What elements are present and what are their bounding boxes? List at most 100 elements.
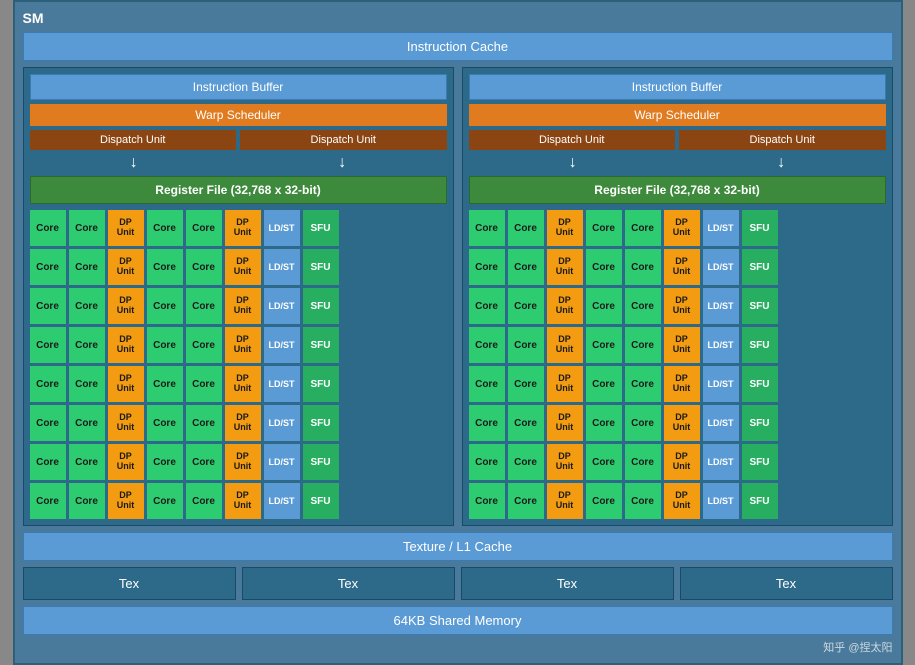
right-core-row-1: Core Core DPUnit Core Core DPUnit LD/ST … <box>469 210 886 246</box>
core-cell: Core <box>586 210 622 246</box>
dp-cell: DPUnit <box>108 405 144 441</box>
dp-cell: DPUnit <box>664 405 700 441</box>
core-cell: Core <box>469 444 505 480</box>
left-register-file: Register File (32,768 x 32-bit) <box>30 176 447 204</box>
sfu-cell: SFU <box>742 405 778 441</box>
ldst-cell: LD/ST <box>264 249 300 285</box>
dp-cell: DPUnit <box>547 483 583 519</box>
core-cell: Core <box>508 483 544 519</box>
sfu-cell: SFU <box>303 405 339 441</box>
core-cell: Core <box>30 405 66 441</box>
core-cell: Core <box>30 366 66 402</box>
core-cell: Core <box>147 288 183 324</box>
core-cell: Core <box>625 327 661 363</box>
left-dispatch-unit-1: Dispatch Unit <box>30 130 237 150</box>
core-cell: Core <box>186 210 222 246</box>
dp-cell: DPUnit <box>225 444 261 480</box>
core-cell: Core <box>625 405 661 441</box>
core-cell: Core <box>625 483 661 519</box>
dp-cell: DPUnit <box>547 444 583 480</box>
two-halves: Instruction Buffer Warp Scheduler Dispat… <box>23 67 893 526</box>
core-cell: Core <box>147 249 183 285</box>
core-cell: Core <box>586 249 622 285</box>
left-half: Instruction Buffer Warp Scheduler Dispat… <box>23 67 454 526</box>
ldst-cell: LD/ST <box>703 288 739 324</box>
sfu-cell: SFU <box>303 483 339 519</box>
right-cores-grid: Core Core DPUnit Core Core DPUnit LD/ST … <box>469 210 886 519</box>
dp-cell: DPUnit <box>108 366 144 402</box>
core-cell: Core <box>469 327 505 363</box>
left-dispatch-row: Dispatch Unit Dispatch Unit <box>30 130 447 150</box>
left-dispatch-unit-2: Dispatch Unit <box>240 130 447 150</box>
left-core-row-8: Core Core DPUnit Core Core DPUnit LD/ST … <box>30 483 447 519</box>
ldst-cell: LD/ST <box>264 444 300 480</box>
core-cell: Core <box>186 288 222 324</box>
sfu-cell: SFU <box>742 249 778 285</box>
left-core-row-6: Core Core DPUnit Core Core DPUnit LD/ST … <box>30 405 447 441</box>
left-arrows: ↓↓ <box>30 154 447 172</box>
right-core-row-4: Core Core DPUnit Core Core DPUnit LD/ST … <box>469 327 886 363</box>
ldst-cell: LD/ST <box>264 210 300 246</box>
core-cell: Core <box>147 405 183 441</box>
dp-cell: DPUnit <box>108 444 144 480</box>
watermark: 知乎 @捏太阳 <box>23 639 893 655</box>
ldst-cell: LD/ST <box>703 249 739 285</box>
dp-cell: DPUnit <box>547 366 583 402</box>
ldst-cell: LD/ST <box>703 444 739 480</box>
dp-cell: DPUnit <box>664 327 700 363</box>
core-cell: Core <box>508 249 544 285</box>
ldst-cell: LD/ST <box>703 366 739 402</box>
core-cell: Core <box>30 444 66 480</box>
core-cell: Core <box>69 405 105 441</box>
core-cell: Core <box>625 444 661 480</box>
core-cell: Core <box>186 366 222 402</box>
dp-cell: DPUnit <box>664 483 700 519</box>
dp-cell: DPUnit <box>225 249 261 285</box>
ldst-cell: LD/ST <box>264 366 300 402</box>
sfu-cell: SFU <box>742 327 778 363</box>
left-core-row-5: Core Core DPUnit Core Core DPUnit LD/ST … <box>30 366 447 402</box>
right-core-row-7: Core Core DPUnit Core Core DPUnit LD/ST … <box>469 444 886 480</box>
right-warp-scheduler: Warp Scheduler <box>469 104 886 126</box>
tex-unit-2: Tex <box>242 567 455 600</box>
dp-cell: DPUnit <box>664 249 700 285</box>
sfu-cell: SFU <box>742 444 778 480</box>
dp-cell: DPUnit <box>547 249 583 285</box>
dp-cell: DPUnit <box>547 327 583 363</box>
core-cell: Core <box>625 288 661 324</box>
core-cell: Core <box>625 366 661 402</box>
core-cell: Core <box>186 327 222 363</box>
core-cell: Core <box>508 366 544 402</box>
core-cell: Core <box>586 444 622 480</box>
core-cell: Core <box>586 327 622 363</box>
dp-cell: DPUnit <box>225 366 261 402</box>
right-core-row-5: Core Core DPUnit Core Core DPUnit LD/ST … <box>469 366 886 402</box>
sfu-cell: SFU <box>303 210 339 246</box>
core-cell: Core <box>69 327 105 363</box>
dp-cell: DPUnit <box>108 288 144 324</box>
core-cell: Core <box>147 366 183 402</box>
texture-cache: Texture / L1 Cache <box>23 532 893 561</box>
core-cell: Core <box>508 210 544 246</box>
core-cell: Core <box>30 249 66 285</box>
dp-cell: DPUnit <box>547 288 583 324</box>
ldst-cell: LD/ST <box>264 483 300 519</box>
sfu-cell: SFU <box>742 288 778 324</box>
right-core-row-6: Core Core DPUnit Core Core DPUnit LD/ST … <box>469 405 886 441</box>
core-cell: Core <box>30 210 66 246</box>
core-cell: Core <box>469 366 505 402</box>
core-cell: Core <box>508 327 544 363</box>
core-cell: Core <box>69 288 105 324</box>
right-register-file: Register File (32,768 x 32-bit) <box>469 176 886 204</box>
core-cell: Core <box>586 366 622 402</box>
tex-unit-4: Tex <box>680 567 893 600</box>
right-dispatch-unit-1: Dispatch Unit <box>469 130 676 150</box>
core-cell: Core <box>30 327 66 363</box>
core-cell: Core <box>69 366 105 402</box>
dp-cell: DPUnit <box>547 210 583 246</box>
core-cell: Core <box>69 210 105 246</box>
left-core-row-7: Core Core DPUnit Core Core DPUnit LD/ST … <box>30 444 447 480</box>
right-inst-buffer: Instruction Buffer <box>469 74 886 100</box>
core-cell: Core <box>508 288 544 324</box>
sfu-cell: SFU <box>303 327 339 363</box>
